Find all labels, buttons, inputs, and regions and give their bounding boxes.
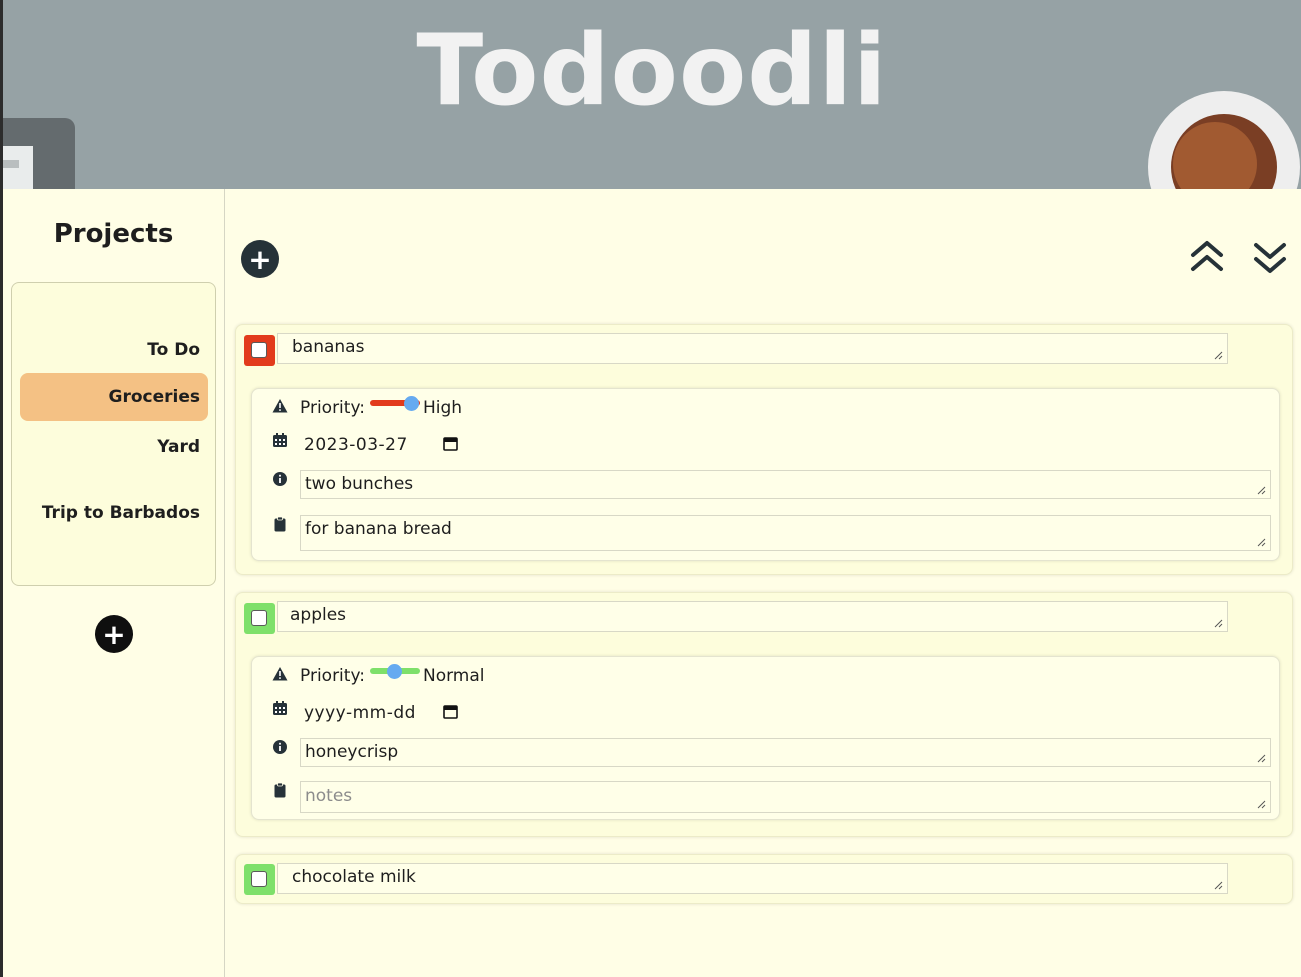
description-field[interactable]: two bunches bbox=[300, 470, 1271, 499]
notepad-illustration bbox=[3, 118, 75, 189]
task-name-input[interactable]: apples bbox=[277, 601, 1228, 632]
resize-handle-icon[interactable] bbox=[1214, 881, 1223, 890]
add-project-button[interactable]: + bbox=[95, 615, 133, 653]
resize-handle-icon[interactable] bbox=[1257, 800, 1266, 809]
date-picker-icon[interactable] bbox=[443, 436, 458, 451]
add-task-button[interactable]: + bbox=[241, 240, 279, 278]
description-field[interactable]: honeycrisp bbox=[300, 738, 1271, 767]
priority-value: High bbox=[423, 398, 463, 418]
task-complete-checkbox[interactable] bbox=[251, 342, 267, 358]
double-chevron-up-icon bbox=[1191, 241, 1223, 271]
project-item-to-do[interactable]: To Do bbox=[20, 335, 208, 365]
task-complete-checkbox[interactable] bbox=[251, 610, 267, 626]
plus-icon: + bbox=[102, 617, 126, 651]
task-card-bananas: bananas Priority: High 2023-03-27 two bu… bbox=[235, 324, 1293, 575]
double-chevron-down-icon bbox=[1254, 243, 1286, 273]
task-name-input[interactable]: chocolate milk bbox=[277, 863, 1228, 894]
priority-slider[interactable] bbox=[370, 664, 420, 679]
app-header: Todoodli bbox=[3, 0, 1301, 189]
info-icon bbox=[273, 740, 287, 754]
info-icon bbox=[273, 472, 287, 486]
app-title: Todoodli bbox=[416, 14, 888, 128]
resize-handle-icon[interactable] bbox=[1257, 486, 1266, 495]
calendar-icon bbox=[273, 701, 287, 715]
projects-heading: Projects bbox=[53, 219, 174, 249]
resize-handle-icon[interactable] bbox=[1257, 538, 1266, 547]
task-card-chocolate-milk: chocolate milk bbox=[235, 854, 1293, 904]
warning-icon bbox=[272, 667, 288, 681]
date-picker-icon[interactable] bbox=[443, 704, 458, 719]
collapse-all-button[interactable] bbox=[1187, 237, 1227, 277]
notes-field[interactable]: for banana bread bbox=[300, 515, 1271, 551]
priority-label: Priority: bbox=[300, 398, 365, 418]
task-name-input[interactable]: bananas bbox=[277, 333, 1228, 364]
projects-sidebar: Projects To Do Groceries Yard Trip to Ba… bbox=[3, 189, 225, 977]
project-item-groceries[interactable]: Groceries bbox=[20, 373, 208, 421]
task-status-box[interactable] bbox=[244, 603, 275, 634]
resize-handle-icon[interactable] bbox=[1257, 754, 1266, 763]
priority-value: Normal bbox=[423, 666, 485, 686]
due-date-input[interactable]: 2023-03-27 bbox=[304, 435, 408, 455]
resize-handle-icon[interactable] bbox=[1214, 619, 1223, 628]
project-item-yard[interactable]: Yard bbox=[20, 432, 208, 462]
priority-slider-thumb[interactable] bbox=[387, 664, 402, 679]
task-card-apples: apples Priority: Normal yyyy-mm-dd honey… bbox=[235, 592, 1293, 837]
notes-field[interactable]: notes bbox=[300, 781, 1271, 813]
task-details-panel: Priority: Normal yyyy-mm-dd honeycrisp n… bbox=[251, 656, 1280, 820]
priority-slider[interactable] bbox=[370, 396, 420, 411]
due-date-input[interactable]: yyyy-mm-dd bbox=[304, 703, 416, 723]
task-status-box[interactable] bbox=[244, 335, 275, 366]
task-area: + bananas Priority: High 2023-03-27 two … bbox=[225, 189, 1301, 977]
task-details-panel: Priority: High 2023-03-27 two bunches fo… bbox=[251, 388, 1280, 561]
task-complete-checkbox[interactable] bbox=[251, 871, 267, 887]
project-item-trip-to-barbados[interactable]: Trip to Barbados bbox=[20, 498, 208, 528]
calendar-icon bbox=[273, 433, 287, 447]
clipboard-icon bbox=[274, 516, 286, 532]
project-list: To Do Groceries Yard Trip to Barbados bbox=[11, 282, 216, 586]
expand-all-button[interactable] bbox=[1250, 237, 1290, 277]
priority-slider-thumb[interactable] bbox=[404, 396, 419, 411]
resize-handle-icon[interactable] bbox=[1214, 351, 1223, 360]
priority-label: Priority: bbox=[300, 666, 365, 686]
task-status-box[interactable] bbox=[244, 864, 275, 895]
clipboard-icon bbox=[274, 782, 286, 798]
plus-icon: + bbox=[248, 242, 272, 276]
warning-icon bbox=[272, 399, 288, 413]
